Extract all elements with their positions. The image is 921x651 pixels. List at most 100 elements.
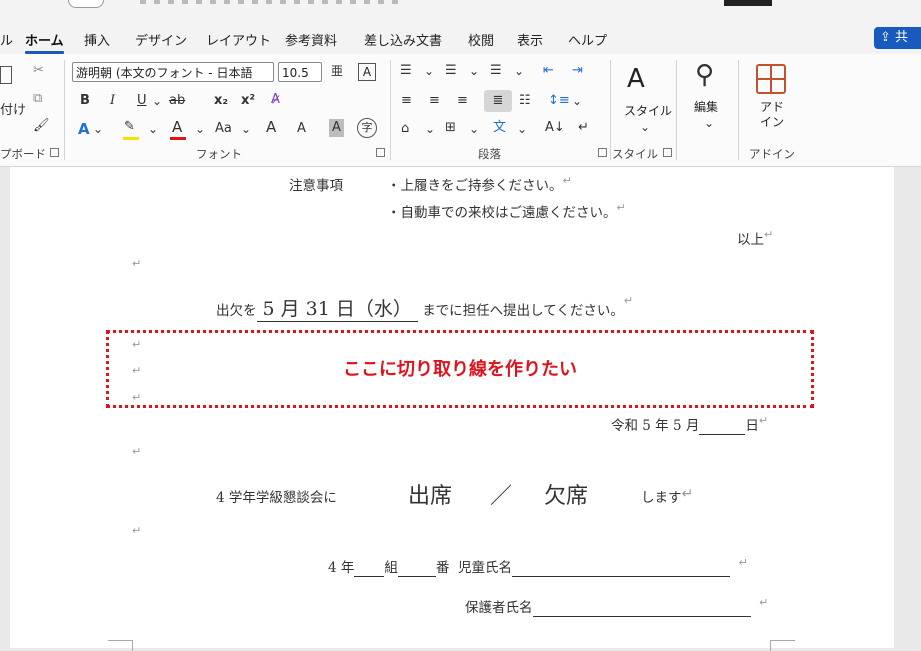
paragraph-launcher-icon[interactable] <box>598 148 607 157</box>
styles-group-label: スタイル <box>612 147 658 161</box>
subscript-button[interactable]: x₂ <box>214 92 228 110</box>
font-launcher-icon[interactable] <box>376 148 385 157</box>
enclose-char-button[interactable]: 字 <box>357 118 377 138</box>
italic-button[interactable]: I <box>110 92 115 110</box>
sort-icon[interactable]: A↓ <box>545 119 565 137</box>
chevron-down-icon[interactable]: ⌄ <box>152 92 162 110</box>
paragraph-mark: ↵ <box>132 257 142 270</box>
chevron-down-icon[interactable]: ⌄ <box>572 92 582 110</box>
asian-layout-icon[interactable]: 文 <box>493 119 506 137</box>
tab-design[interactable]: デザイン <box>135 30 187 49</box>
align-center-icon[interactable]: ≡ <box>429 92 440 110</box>
text-effects-clear-icon[interactable]: A̷ <box>271 91 280 109</box>
show-marks-icon[interactable]: ↵ <box>578 119 589 137</box>
cut-line-annotation: ここに切り取り線を作りたい <box>343 359 577 380</box>
addins-group-label: アドイン <box>749 147 795 161</box>
share-button[interactable]: ⇪ 共 <box>874 27 921 49</box>
paragraph-mark: ↵ <box>132 524 142 537</box>
shrink-font-button[interactable]: A <box>297 120 306 138</box>
align-left-icon[interactable]: ≡ <box>401 92 412 110</box>
copy-icon[interactable]: ⧉ <box>33 90 42 108</box>
paste-icon[interactable] <box>0 66 12 84</box>
page-corner-mark <box>108 640 133 651</box>
tab-insert[interactable]: 挿入 <box>84 30 110 49</box>
multilevel-list-icon[interactable]: ☰ <box>490 62 502 80</box>
bullets-icon[interactable]: ☰ <box>400 62 412 80</box>
ribbon-tabs: ル ホーム 挿入 デザイン レイアウト 参考資料 差し込み文書 校閲 表示 ヘル… <box>0 22 921 54</box>
date-line: 令和 5 年 5 月 日 ↵ <box>611 414 769 435</box>
closing-text: 以上 ↵ <box>737 228 774 248</box>
tab-references[interactable]: 参考資料 <box>285 30 337 49</box>
bold-button[interactable]: B <box>80 92 90 110</box>
numbering-icon[interactable]: ☰ <box>445 62 457 80</box>
autosave-toggle[interactable] <box>68 0 104 8</box>
tab-layout[interactable]: レイアウト <box>206 30 271 49</box>
attendance-line: 出欠を 5 月 31 日（水） までに担任へ提出してください。 ↵ <box>216 294 634 322</box>
clear-format-icon[interactable]: A <box>358 63 376 81</box>
chevron-down-icon[interactable]: ⌄ <box>148 120 158 138</box>
editing-label[interactable]: 編集 <box>694 98 718 115</box>
strikethrough-button[interactable]: ab <box>169 92 185 110</box>
highlight-icon[interactable]: ✎ <box>124 118 135 136</box>
line-spacing-icon[interactable]: ↕≡ <box>548 92 570 110</box>
note-line-2: ・自動車での来校はご遠慮ください。 ↵ <box>387 201 626 221</box>
grow-font-button[interactable]: A <box>266 118 276 136</box>
ribbon-home: 付け ✂ ⧉ 🖌 プボード 游明朝 (本文のフォント - 日本語 10.5 亜 … <box>0 54 921 167</box>
paste-label[interactable]: 付け <box>0 102 26 120</box>
chevron-down-icon[interactable]: ⌄ <box>704 114 714 132</box>
distributed-icon[interactable]: ☷ <box>519 92 531 110</box>
tab-view[interactable]: 表示 <box>517 30 543 49</box>
group-separator <box>676 60 677 160</box>
cut-icon[interactable]: ✂ <box>33 62 44 80</box>
title-bar <box>0 0 921 22</box>
align-right-icon[interactable]: ≡ <box>457 92 468 110</box>
share-label: 共 <box>895 30 909 45</box>
font-name-value: 游明朝 (本文のフォント - 日本語 <box>76 66 253 80</box>
meeting-prefix: 4 学年学級懇談会に <box>216 490 337 506</box>
tab-mailings[interactable]: 差し込み文書 <box>364 30 442 49</box>
styles-label[interactable]: スタイル <box>624 102 672 119</box>
group-separator <box>64 60 65 160</box>
text-effects-icon[interactable]: A <box>78 120 90 138</box>
underline-button[interactable]: U <box>137 92 147 110</box>
styles-launcher-icon[interactable] <box>663 148 672 157</box>
decrease-indent-icon[interactable]: ⇤ <box>543 62 554 80</box>
highlight-color-swatch <box>123 137 139 140</box>
tab-help[interactable]: ヘルプ <box>568 30 607 49</box>
chevron-down-icon[interactable]: ⌄ <box>514 62 524 80</box>
clipboard-launcher-icon[interactable] <box>50 148 59 157</box>
chevron-down-icon[interactable]: ⌄ <box>93 120 103 138</box>
justify-icon[interactable]: ≣ <box>484 90 512 112</box>
chevron-down-icon[interactable]: ⌄ <box>469 120 479 138</box>
chevron-down-icon[interactable]: ⌄ <box>640 118 650 136</box>
styles-icon[interactable]: A <box>627 64 645 94</box>
superscript-button[interactable]: x² <box>241 92 255 110</box>
addins-label[interactable]: アド イン <box>760 100 784 130</box>
chevron-down-icon[interactable]: ⌄ <box>195 120 205 138</box>
font-name-select[interactable]: 游明朝 (本文のフォント - 日本語 <box>72 62 274 82</box>
increase-indent-icon[interactable]: ⇥ <box>572 62 583 80</box>
tab-review[interactable]: 校閲 <box>468 30 494 49</box>
addins-icon[interactable] <box>756 64 786 94</box>
search-icon[interactable]: ⚲ <box>695 60 714 90</box>
font-color-button[interactable]: A <box>172 118 182 136</box>
tab-file[interactable]: ル <box>0 30 13 49</box>
font-size-value: 10.5 <box>282 66 309 80</box>
chevron-down-icon[interactable]: ⌄ <box>517 120 527 138</box>
chevron-down-icon[interactable]: ⌄ <box>241 120 251 138</box>
char-shading-button[interactable]: A <box>329 119 344 137</box>
ruby-icon[interactable]: 亜 <box>331 62 343 80</box>
borders-icon[interactable]: ⊞ <box>445 119 456 137</box>
student-line: 4 年 組 番 児童氏名 ↵ <box>328 556 748 577</box>
guardian-line: 保護者氏名 ↵ <box>465 596 769 617</box>
chevron-down-icon[interactable]: ⌄ <box>425 120 435 138</box>
font-color-swatch <box>170 137 186 140</box>
chevron-down-icon[interactable]: ⌄ <box>424 62 434 80</box>
tab-home[interactable]: ホーム <box>25 30 64 54</box>
font-size-select[interactable]: 10.5 <box>278 62 322 82</box>
change-case-button[interactable]: Aa <box>215 120 232 138</box>
shading-icon[interactable]: ⌂ <box>401 120 409 138</box>
chevron-down-icon[interactable]: ⌄ <box>469 62 479 80</box>
format-painter-icon[interactable]: 🖌 <box>33 117 50 135</box>
account-area[interactable] <box>724 0 772 6</box>
